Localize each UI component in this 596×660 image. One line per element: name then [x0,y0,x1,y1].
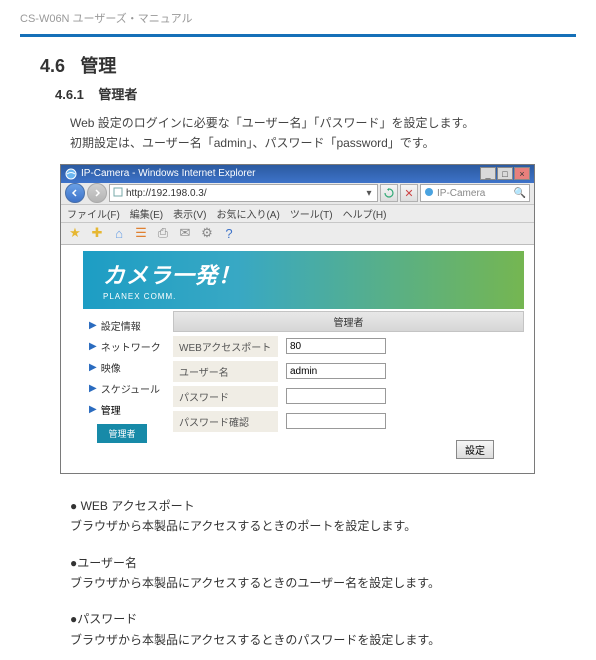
sidebar-item-schedule[interactable]: ▶ スケジュール [83,378,163,399]
window-close-button[interactable]: × [514,167,530,180]
sidebar-item-video[interactable]: ▶ 映像 [83,357,163,378]
nav-back-button[interactable] [65,183,85,203]
sidebar-item-label: 設定情報 [101,318,141,333]
browser-search-box[interactable]: IP-Camera 🔍 [420,184,530,202]
desc-web-port-head: ● WEB アクセスポート [70,496,576,516]
chevron-right-icon: ▶ [89,341,97,352]
sidebar-item-label: ネットワーク [101,339,161,354]
section-title: 管理 [80,56,116,76]
username-input[interactable] [286,363,386,379]
menu-favorites[interactable]: お気に入り(A) [216,206,279,221]
form-row-username: ユーザー名 [173,359,524,384]
form-row-web-port: WEBアクセスポート [173,334,524,359]
product-banner: カメラ一発！ PLANEX COMM. [83,251,524,309]
form-label: ユーザー名 [173,361,278,382]
tools-icon[interactable]: ⚙ [199,225,215,241]
form-label: パスワード確認 [173,411,278,432]
banner-subtitle: PLANEX COMM. [103,292,524,301]
search-engine-text: IP-Camera [437,188,511,199]
window-minimize-button[interactable]: _ [480,167,496,180]
chevron-right-icon: ▶ [89,383,97,394]
page-viewport: カメラ一発！ PLANEX COMM. ▶ 設定情報 ▶ ネットワーク ▶ 映像… [61,245,534,473]
desc-web-port-body: ブラウザから本製品にアクセスするときのポートを設定します。 [70,516,576,536]
stop-button[interactable]: ✕ [400,184,418,202]
section-heading: 4.6 管理 [20,52,576,78]
sidebar-item-network[interactable]: ▶ ネットワーク [83,336,163,357]
ie-icon [65,168,77,180]
address-bar[interactable]: http://192.198.0.3/ ▾ [109,184,378,202]
desc-username-head: ●ユーザー名 [70,553,576,573]
header-divider [20,34,576,37]
form-label: パスワード [173,386,278,407]
desc-username-body: ブラウザから本製品にアクセスするときのユーザー名を設定します。 [70,573,576,593]
address-dropdown-icon[interactable]: ▾ [364,188,374,199]
browser-nav-row: http://192.198.0.3/ ▾ ✕ IP-Camera 🔍 [61,183,534,205]
subsection-title: 管理者 [98,87,137,102]
chevron-right-icon: ▶ [89,404,97,415]
password-confirm-input[interactable] [286,413,386,429]
feed-icon[interactable]: ☰ [133,225,149,241]
favorites-star-icon[interactable]: ★ [67,225,83,241]
subsection-number: 4.6.1 [55,87,84,102]
sidebar-item-label: 映像 [101,360,121,375]
help-icon[interactable]: ? [221,225,237,241]
settings-sidebar: ▶ 設定情報 ▶ ネットワーク ▶ 映像 ▶ スケジュール ▶ 管理 [83,311,163,459]
desc-password-head: ●パスワード [70,609,576,629]
web-port-input[interactable] [286,338,386,354]
menu-file[interactable]: ファイル(F) [67,206,120,221]
section-number: 4.6 [40,56,65,76]
submit-button[interactable]: 設定 [456,440,494,459]
add-favorite-icon[interactable]: ✚ [89,225,105,241]
nav-forward-button[interactable] [87,183,107,203]
banner-title: カメラ一発！ [103,258,524,290]
form-row-password-confirm: パスワード確認 [173,409,524,434]
sidebar-item-label: 管理 [101,402,121,417]
form-label: WEBアクセスポート [173,336,278,357]
subsection-heading: 4.6.1 管理者 [55,84,576,103]
browser-toolbar-row: ★ ✚ ⌂ ☰ ⎙ ✉ ⚙ ? [61,223,534,245]
doc-product-header: CS-W06N ユーザーズ・マニュアル [20,10,576,32]
browser-title-text: IP-Camera - Windows Internet Explorer [81,168,480,179]
menu-help[interactable]: ヘルプ(H) [343,206,387,221]
address-text: http://192.198.0.3/ [126,188,361,199]
mail-icon[interactable]: ✉ [177,225,193,241]
sidebar-item-setting-info[interactable]: ▶ 設定情報 [83,315,163,336]
menu-edit[interactable]: 編集(E) [130,206,163,221]
sidebar-item-admin[interactable]: ▶ 管理 [83,399,163,420]
window-maximize-button[interactable]: □ [497,167,513,180]
intro-line-2: 初期設定は、ユーザー名「admin」、パスワード「password」です。 [70,133,576,153]
chevron-right-icon: ▶ [89,362,97,373]
browser-window: IP-Camera - Windows Internet Explorer _ … [60,164,535,474]
refresh-button[interactable] [380,184,398,202]
search-button-icon[interactable]: 🔍 [514,188,526,199]
browser-menu-row: ファイル(F) 編集(E) 表示(V) お気に入り(A) ツール(T) ヘルプ(… [61,205,534,223]
search-engine-icon [424,187,434,200]
password-input[interactable] [286,388,386,404]
menu-tools[interactable]: ツール(T) [290,206,333,221]
settings-content: 管理者 WEBアクセスポート ユーザー名 パスワード パスワード確認 [163,311,524,459]
form-row-password: パスワード [173,384,524,409]
sidebar-item-label: スケジュール [101,381,160,396]
print-icon[interactable]: ⎙ [155,225,171,241]
desc-password-body: ブラウザから本製品にアクセスするときのパスワードを設定します。 [70,630,576,650]
chevron-right-icon: ▶ [89,320,97,331]
browser-titlebar: IP-Camera - Windows Internet Explorer _ … [61,165,534,183]
menu-view[interactable]: 表示(V) [173,206,206,221]
home-icon[interactable]: ⌂ [111,225,127,241]
intro-text: Web 設定のログインに必要な「ユーザー名」「パスワード」を設定します。 初期設… [70,113,576,154]
panel-title-bar: 管理者 [173,311,524,332]
intro-line-1: Web 設定のログインに必要な「ユーザー名」「パスワード」を設定します。 [70,113,576,133]
sidebar-subitem-administrator[interactable]: 管理者 [97,424,147,443]
page-favicon-icon [113,187,123,200]
